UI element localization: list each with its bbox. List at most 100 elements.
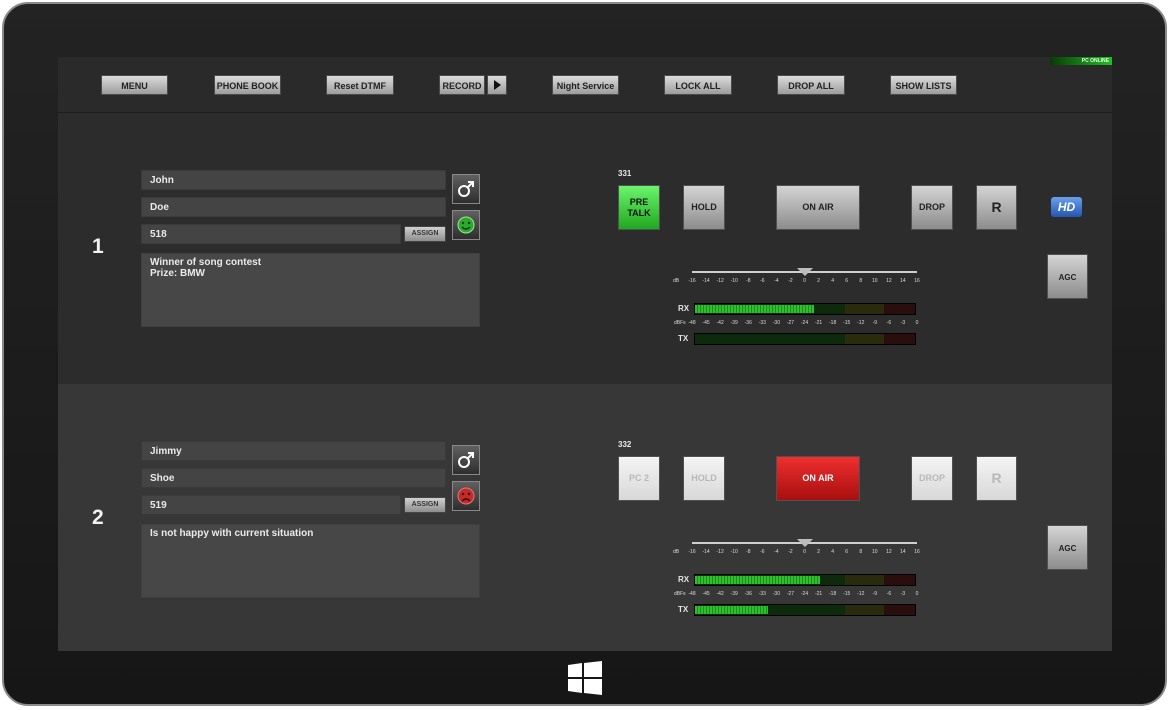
gain-slider-thumb[interactable] bbox=[796, 268, 813, 276]
dbfs-tick: -12 bbox=[857, 320, 865, 326]
windows-logo-icon[interactable] bbox=[568, 661, 602, 695]
dbfs-tick: 0 bbox=[915, 591, 919, 597]
agc-button[interactable]: AGC bbox=[1047, 254, 1088, 299]
db-tick: 10 bbox=[872, 278, 878, 284]
caller-notes-field[interactable]: Winner of song contest Prize: BMW bbox=[141, 253, 480, 327]
db-tick: -2 bbox=[788, 278, 793, 284]
agc-button[interactable]: AGC bbox=[1047, 525, 1088, 570]
dbfs-tick: -15 bbox=[843, 320, 851, 326]
caller-id-field[interactable]: 518 bbox=[141, 224, 401, 244]
db-tick: 0 bbox=[803, 549, 806, 555]
meter-zone bbox=[884, 575, 915, 585]
dbfs-scale: -48 -45 -42 -39 -36 -33 -30 -27 -24 -21 -18 -15 -12-… bbox=[688, 320, 919, 328]
caller-notes-field[interactable]: Is not happy with current situation bbox=[141, 524, 480, 598]
r-button[interactable]: R bbox=[976, 456, 1017, 501]
dbfs-tick: -12 bbox=[857, 591, 865, 597]
line-number: 2 bbox=[92, 506, 104, 529]
pre-talk-button[interactable]: PRE TALK bbox=[618, 185, 660, 230]
app-screen: MENU PHONE BOOK Reset DTMF RECORD Night … bbox=[58, 57, 1112, 651]
db-tick: -16 bbox=[688, 549, 696, 555]
dbfs-tick: -9 bbox=[872, 591, 878, 597]
male-icon[interactable] bbox=[452, 174, 480, 204]
caller-id-field[interactable]: 519 bbox=[141, 495, 401, 515]
menu-button[interactable]: MENU bbox=[101, 75, 168, 95]
record-button[interactable]: RECORD bbox=[439, 75, 485, 95]
dbfs-tick: -45 bbox=[702, 591, 710, 597]
phone-book-button[interactable]: PHONE BOOK bbox=[214, 75, 281, 95]
dbfs-tick: -48 bbox=[688, 320, 696, 326]
assign-button[interactable]: ASSIGN bbox=[404, 497, 446, 513]
hold-button[interactable]: HOLD bbox=[683, 456, 725, 501]
db-tick: -16 bbox=[688, 278, 696, 284]
dbfs-tick: -30 bbox=[772, 320, 780, 326]
dbfs-tick: -21 bbox=[814, 320, 823, 326]
line-panel-2: 2 Jimmy Shoe 519 ASSIGN Is not happy wit… bbox=[58, 384, 1112, 651]
db-tick: -8 bbox=[746, 278, 751, 284]
hd-badge: HD bbox=[1051, 197, 1082, 217]
reset-dtmf-button[interactable]: Reset DTMF bbox=[326, 75, 394, 95]
hold-button[interactable]: HOLD bbox=[683, 185, 725, 230]
dbfs-tick: -27 bbox=[786, 320, 795, 326]
dbfs-tick: -6 bbox=[886, 591, 892, 597]
dbfs-tick: -3 bbox=[900, 320, 906, 326]
drop-button[interactable]: DROP bbox=[911, 185, 953, 230]
tx-label: TX bbox=[678, 334, 689, 343]
db-tick: 10 bbox=[872, 549, 878, 555]
night-service-button[interactable]: Night Service bbox=[552, 75, 619, 95]
assign-button[interactable]: ASSIGN bbox=[404, 226, 446, 242]
online-status-indicator: PC ONLINE bbox=[1050, 57, 1112, 65]
pc-2-button[interactable]: PC 2 bbox=[618, 456, 660, 501]
first-name-field[interactable]: Jimmy bbox=[141, 441, 446, 461]
male-icon[interactable] bbox=[452, 445, 480, 475]
first-name-field[interactable]: John bbox=[141, 170, 446, 190]
db-tick: 6 bbox=[845, 278, 849, 284]
dbfs-tick: -42 bbox=[716, 591, 724, 597]
gain-slider-thumb[interactable] bbox=[796, 539, 813, 547]
extension-number: 332 bbox=[618, 440, 632, 449]
tx-level-meter bbox=[694, 333, 916, 345]
on-air-button[interactable]: ON AIR bbox=[776, 185, 860, 230]
db-scale-label: dB bbox=[673, 278, 680, 284]
dbfs-tick: -48 bbox=[688, 591, 696, 597]
sad-face-icon[interactable] bbox=[452, 481, 480, 511]
db-tick: -10 bbox=[730, 278, 738, 284]
dbfs-tick: -18 bbox=[829, 591, 837, 597]
rx-level-meter bbox=[694, 574, 916, 586]
dbfs-tick: -9 bbox=[872, 320, 878, 326]
db-tick: 14 bbox=[900, 549, 906, 555]
db-tick: -4 bbox=[774, 549, 779, 555]
play-icon[interactable] bbox=[487, 75, 507, 95]
meter-zone bbox=[884, 334, 915, 344]
dbfs-tick: -39 bbox=[730, 591, 738, 597]
show-lists-button[interactable]: SHOW LISTS bbox=[890, 75, 957, 95]
line-number: 1 bbox=[92, 235, 104, 258]
meter-zone bbox=[844, 304, 885, 314]
db-tick: 8 bbox=[859, 549, 863, 555]
db-tick: 16 bbox=[914, 549, 920, 555]
drop-button[interactable]: DROP bbox=[911, 456, 953, 501]
rx-level-meter bbox=[694, 303, 916, 315]
last-name-field[interactable]: Doe bbox=[141, 197, 446, 217]
db-tick: -6 bbox=[760, 549, 765, 555]
dbfs-tick: 0 bbox=[915, 320, 919, 326]
db-tick: -10 bbox=[730, 549, 738, 555]
drop-all-button[interactable]: DROP ALL bbox=[777, 75, 845, 95]
r-button[interactable]: R bbox=[976, 185, 1017, 230]
happy-face-icon[interactable] bbox=[452, 210, 480, 240]
db-tick: -14 bbox=[702, 278, 710, 284]
dbfs-scale-label: dBFs bbox=[674, 320, 686, 326]
toolbar: MENU PHONE BOOK Reset DTMF RECORD Night … bbox=[58, 57, 1112, 113]
db-tick: 2 bbox=[817, 549, 820, 555]
meter-zone bbox=[884, 304, 915, 314]
rx-label: RX bbox=[678, 304, 690, 313]
dbfs-tick: -30 bbox=[772, 591, 780, 597]
on-air-button[interactable]: ON AIR bbox=[776, 456, 860, 501]
tx-level-meter bbox=[694, 604, 916, 616]
line-panel-1: 1 John Doe 518 ASSIGN Winner of song con… bbox=[58, 113, 1112, 384]
db-tick: -8 bbox=[746, 549, 751, 555]
last-name-field[interactable]: Shoe bbox=[141, 468, 446, 488]
meter-zone bbox=[844, 575, 885, 585]
dbfs-tick: -27 bbox=[786, 591, 795, 597]
dbfs-tick: -15 bbox=[843, 591, 851, 597]
lock-all-button[interactable]: LOCK ALL bbox=[664, 75, 732, 95]
